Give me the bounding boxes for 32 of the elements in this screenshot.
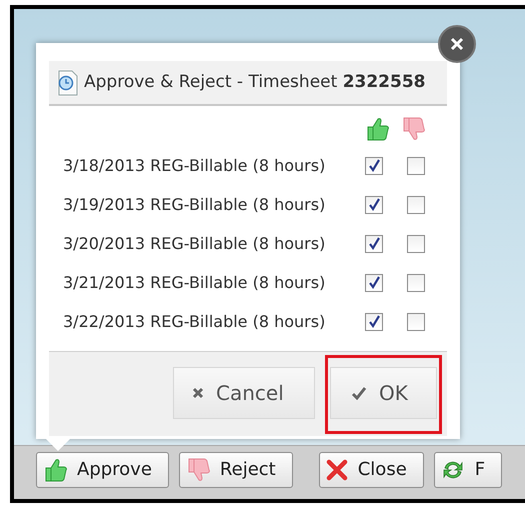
checkbox[interactable] <box>365 312 383 330</box>
checkbox[interactable] <box>407 196 425 214</box>
checkbox[interactable] <box>365 156 383 174</box>
thumbs-down-icon <box>401 116 425 142</box>
checkbox[interactable] <box>407 274 425 292</box>
ok-button[interactable]: OK <box>330 367 437 419</box>
toolbar-button[interactable]: Reject <box>178 452 293 488</box>
checkbox[interactable] <box>365 274 383 292</box>
entry-label: 3/19/2013 REG-Billable (8 hours) <box>63 194 326 216</box>
entry-label: 3/21/2013 REG-Billable (8 hours) <box>63 272 326 294</box>
cancel-button[interactable]: Cancel <box>173 367 315 419</box>
toolbar-button[interactable]: F <box>434 452 502 488</box>
toolbar-button[interactable]: Close <box>318 452 424 488</box>
thumbs-down-icon <box>186 456 210 482</box>
entry-label: 3/20/2013 REG-Billable (8 hours) <box>63 232 326 254</box>
thumbs-up-icon <box>365 116 389 142</box>
close-icon <box>450 37 464 51</box>
toolbar-button[interactable]: Approve <box>36 452 169 488</box>
check-icon <box>351 386 367 400</box>
close-icon <box>192 387 204 399</box>
checkbox[interactable] <box>407 156 425 174</box>
checkbox[interactable] <box>407 234 425 252</box>
thumbs-up-icon <box>43 456 67 482</box>
checkbox[interactable] <box>365 234 383 252</box>
checkbox[interactable] <box>365 196 383 214</box>
entry-label: 3/22/2013 REG-Billable (8 hours) <box>63 310 326 332</box>
close-icon <box>326 458 348 480</box>
checkbox[interactable] <box>407 312 425 330</box>
close-button[interactable] <box>438 25 476 63</box>
entry-label: 3/18/2013 REG-Billable (8 hours) <box>63 154 326 176</box>
clock-document-icon <box>57 70 79 96</box>
dialog-title: Approve & Reject - Timesheet 2322558 <box>84 70 426 94</box>
